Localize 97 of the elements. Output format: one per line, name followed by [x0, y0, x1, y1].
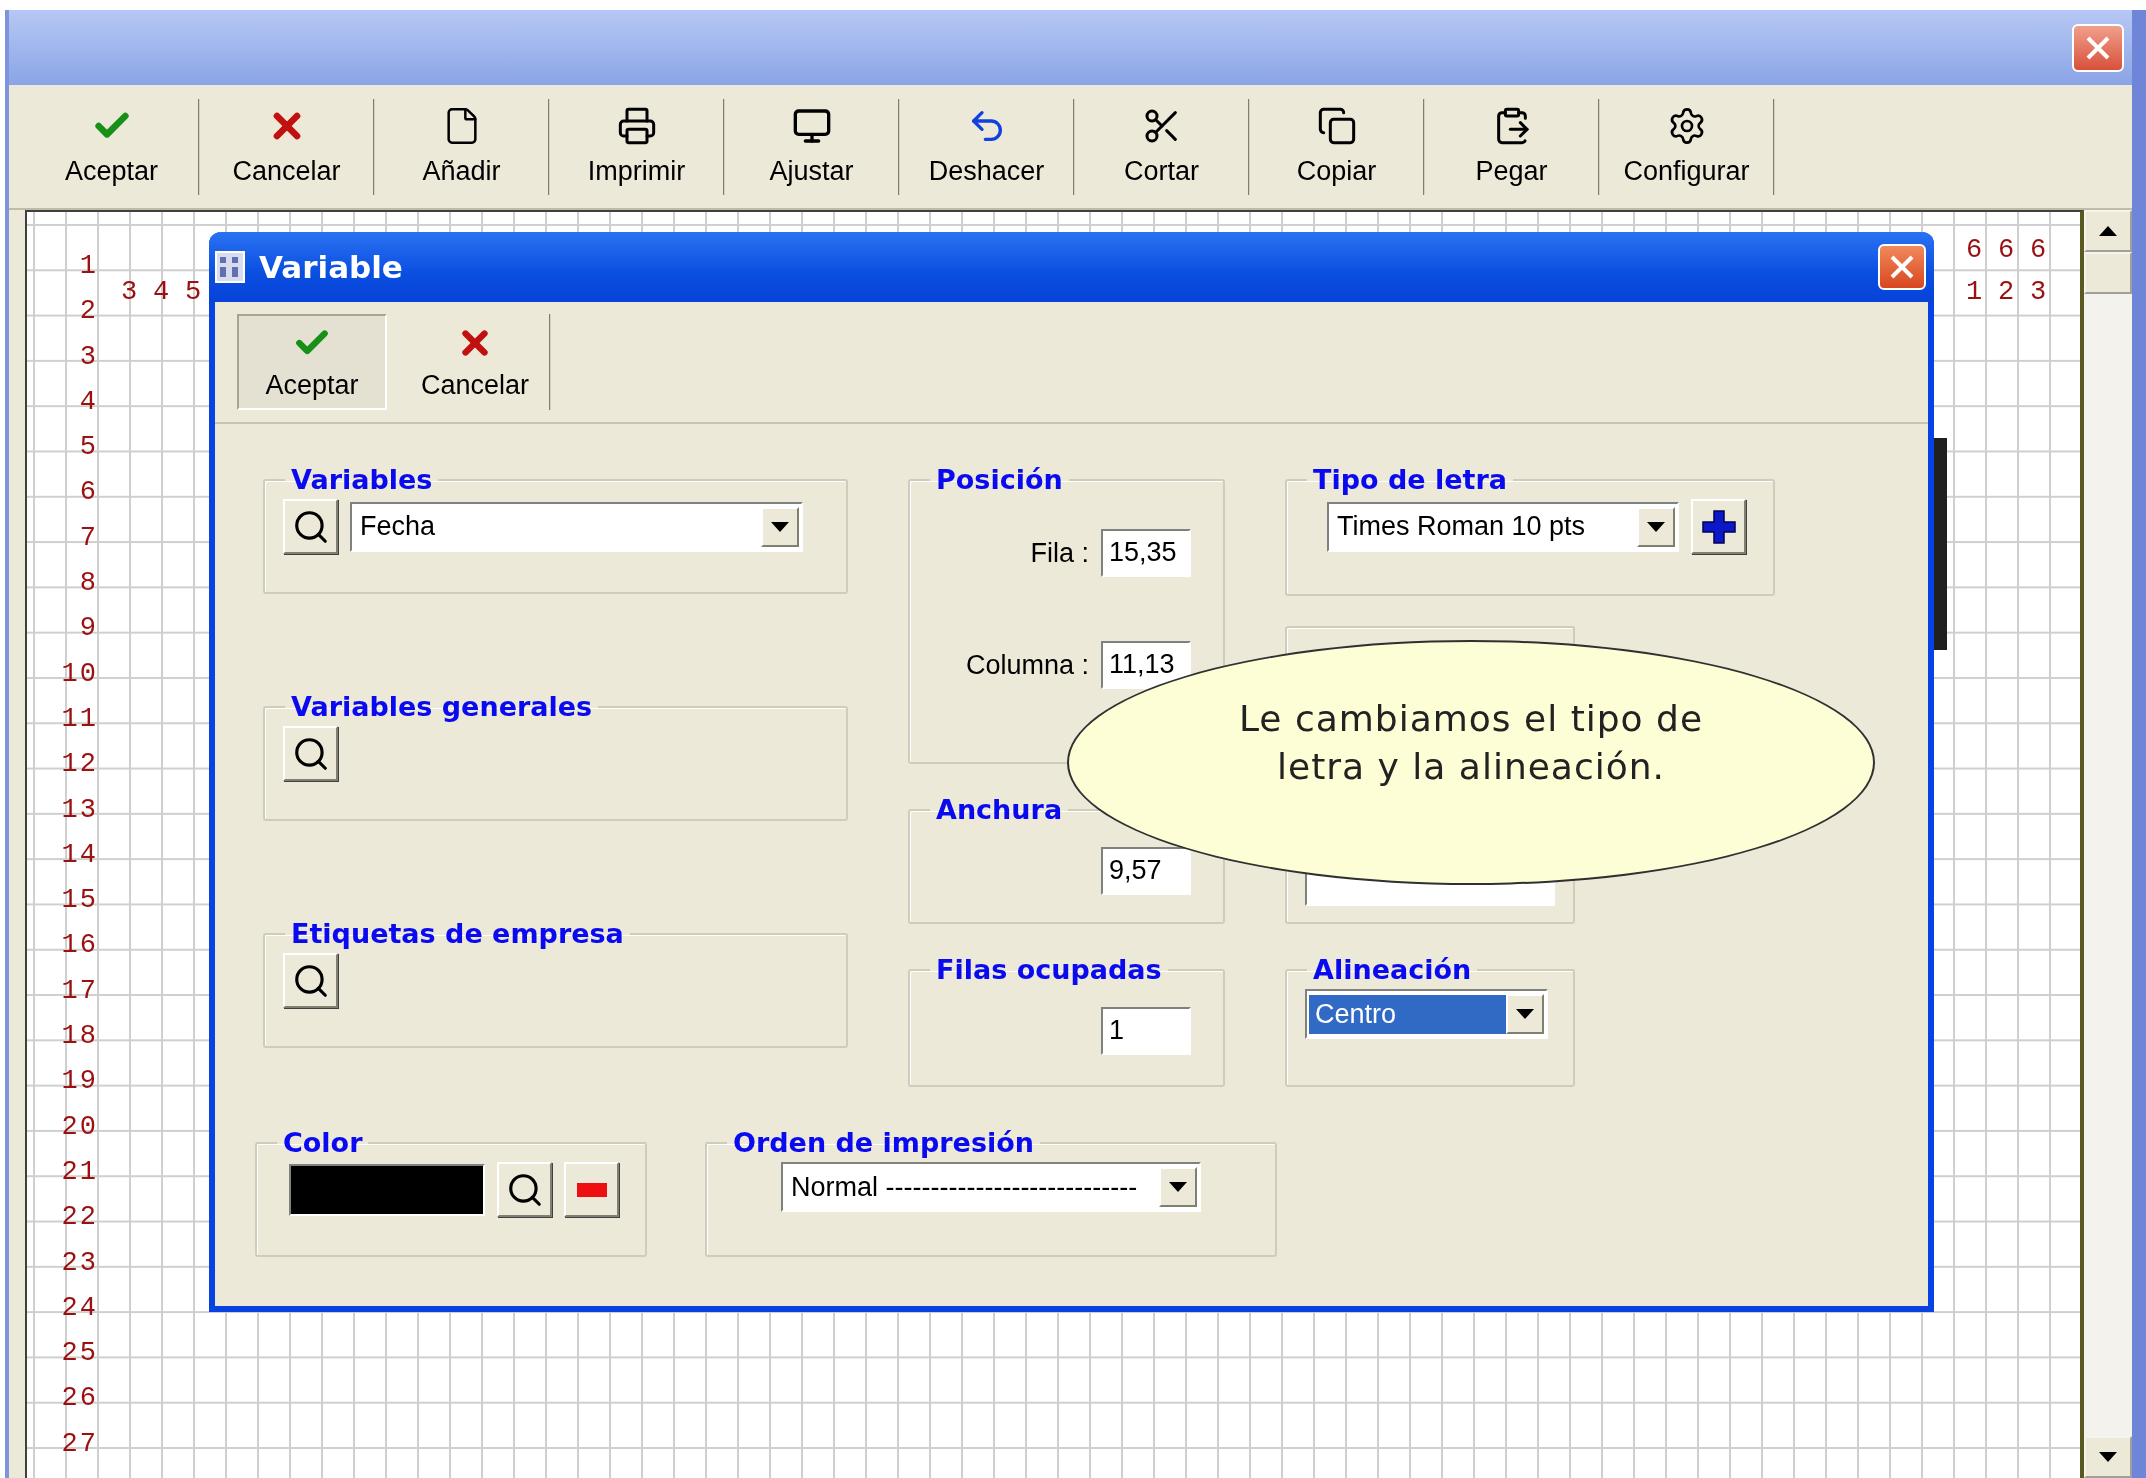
scroll-up-button[interactable] [2084, 210, 2132, 252]
text-field[interactable]: 15,35 [1101, 529, 1191, 577]
row-number: 4 [78, 385, 98, 419]
row-number: 7 [78, 521, 98, 555]
row-number: 12 [60, 748, 98, 782]
column-number: 2 [1996, 276, 2016, 308]
copy-icon [1316, 106, 1357, 146]
up-arrow-icon [2099, 226, 2117, 236]
dropdown[interactable]: Fecha [350, 501, 803, 552]
column-number: 6 [2028, 234, 2048, 266]
monitor-icon [791, 106, 832, 146]
column-number: 4 [151, 276, 171, 308]
group-title: Filas ocupadas [935, 954, 1163, 985]
down-arrow-icon [2099, 1452, 2117, 1462]
row-number: 14 [60, 838, 98, 872]
row-number: 20 [60, 1110, 98, 1144]
group-title: Anchura [935, 794, 1064, 825]
close-icon [1889, 254, 1915, 280]
column-number: 3 [119, 276, 139, 308]
row-number: 16 [60, 929, 98, 963]
row-number: 17 [60, 974, 98, 1008]
row-number: 3 [78, 340, 98, 374]
text-field[interactable]: 1 [1101, 1007, 1191, 1055]
color-swatch[interactable] [289, 1163, 485, 1216]
row-number: 26 [60, 1382, 98, 1416]
text-field[interactable]: 9,57 [1101, 847, 1191, 895]
column-number: 6 [1964, 234, 1984, 266]
column-number: 3 [2028, 276, 2048, 308]
scroll-thumb[interactable] [2084, 252, 2132, 294]
down-arrow-icon [1169, 1182, 1187, 1192]
down-arrow-icon [1516, 1009, 1534, 1019]
field-label: Fila : [1030, 537, 1089, 569]
toolbar-button[interactable]: Añadir [375, 98, 550, 195]
scrollbar[interactable] [2084, 210, 2132, 1478]
search-button[interactable] [497, 1162, 552, 1217]
row-number: 6 [78, 476, 98, 510]
row-number: 24 [60, 1291, 98, 1325]
row-number: 22 [60, 1201, 98, 1235]
group-title: Color [282, 1127, 364, 1158]
toolbar-button[interactable]: Cortar [1075, 98, 1250, 195]
row-number: 8 [78, 567, 98, 601]
callout-text: Le cambiamos el tipo de letra y la alineación. [1237, 696, 1705, 789]
group-title: Posición [935, 464, 1064, 495]
dialog-title: Variable [259, 249, 404, 285]
row-number: 5 [78, 431, 98, 465]
printer-icon [616, 106, 657, 146]
clear-button[interactable] [564, 1162, 619, 1217]
minus-icon [576, 1182, 607, 1197]
row-number: 15 [60, 884, 98, 918]
search-button[interactable] [283, 953, 338, 1008]
window-icon [215, 251, 245, 283]
row-number: 9 [78, 612, 98, 646]
field-label: Columna : [965, 649, 1089, 681]
add-button[interactable] [1691, 499, 1746, 554]
column-number: 6 [1996, 234, 2016, 266]
column-number: 5 [183, 276, 203, 308]
row-number: 13 [60, 793, 98, 827]
group-title: Etiquetas de empresa [290, 918, 625, 949]
row-number: 25 [60, 1337, 98, 1371]
toolbar-button[interactable]: Configurar [1600, 98, 1775, 195]
search-button[interactable] [283, 499, 338, 554]
row-number: 10 [60, 657, 98, 691]
dropdown[interactable]: Normal ---------------------------- [781, 1162, 1201, 1212]
down-arrow-icon [771, 521, 789, 532]
close-icon [2085, 34, 2111, 61]
row-number: 18 [60, 1020, 98, 1054]
row-number: 21 [60, 1155, 98, 1189]
plus-icon [1701, 509, 1736, 544]
dropdown[interactable]: Centro [1305, 989, 1548, 1039]
toolbar-button[interactable]: Imprimir [550, 98, 725, 195]
group-title: Alineación [1312, 954, 1473, 985]
close-button[interactable] [1878, 244, 1926, 290]
row-number: 19 [60, 1065, 98, 1099]
row-number: 2 [78, 295, 98, 329]
toolbar-button[interactable]: Deshacer [900, 98, 1075, 195]
toolbar-button[interactable]: Aceptar [237, 314, 387, 410]
toolbar-button[interactable]: Cancelar [200, 98, 375, 195]
search-button[interactable] [283, 726, 338, 781]
dropdown[interactable]: Times Roman 10 pts [1327, 501, 1679, 552]
group-title: Variables [290, 464, 434, 495]
toolbar-button[interactable]: Aceptar [25, 98, 200, 195]
row-number: 23 [60, 1246, 98, 1280]
toolbar-button[interactable]: Copiar [1250, 98, 1425, 195]
down-arrow-icon [1647, 521, 1665, 532]
group-title: Orden de impresión [732, 1127, 1035, 1158]
group-title: Tipo de letra [1312, 464, 1508, 495]
row-number: 11 [60, 702, 98, 736]
toolbar-button[interactable]: Ajustar [725, 98, 900, 195]
row-number: 1 [78, 250, 98, 283]
toolbar-button[interactable]: Pegar [1425, 98, 1600, 195]
toolbar-button[interactable]: Cancelar [401, 314, 551, 410]
scroll-down-button[interactable] [2084, 1436, 2132, 1478]
column-number: 1 [1964, 276, 1984, 308]
group-title: Variables generales [290, 691, 594, 722]
row-number: 27 [60, 1427, 98, 1461]
close-button[interactable] [2072, 23, 2124, 72]
text-field[interactable]: 11,13 [1101, 641, 1191, 689]
